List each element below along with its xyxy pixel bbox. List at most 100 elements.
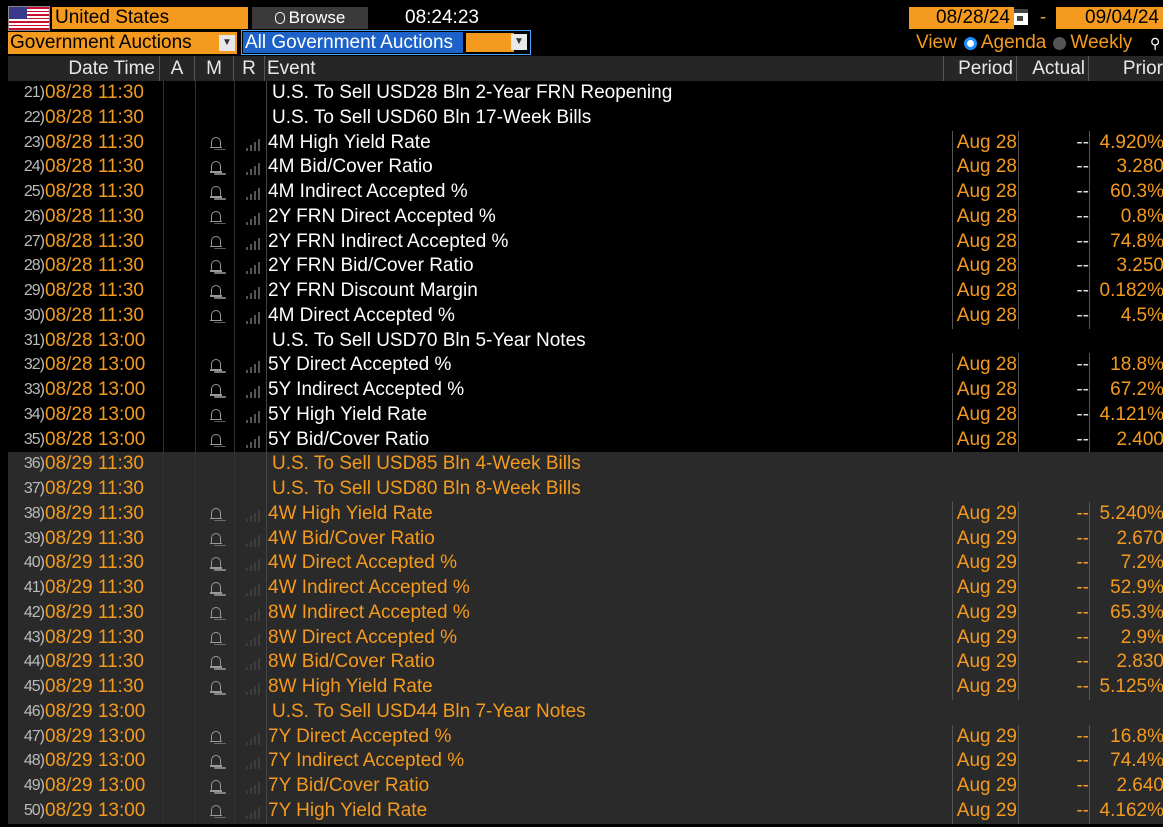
auction-dropdown[interactable]: All Government Auctions ▼ (241, 30, 531, 55)
table-row[interactable]: 26) 08/28 11:30 2Y FRN Direct Accepted % Au… (8, 204, 1163, 230)
row-event[interactable]: 5Y Direct Accepted % (266, 353, 945, 378)
row-event[interactable]: 4W Indirect Accepted % (266, 576, 945, 601)
table-row[interactable]: 43) 08/29 11:30 8W Direct Accepted % Aug 29… (8, 625, 1163, 651)
bell-icon[interactable] (210, 433, 222, 447)
row-event[interactable]: 4W Direct Accepted % (266, 551, 945, 576)
bell-icon[interactable] (210, 532, 222, 546)
bell-icon[interactable] (210, 606, 222, 620)
bell-icon[interactable] (210, 260, 222, 273)
col-period[interactable]: Period (944, 56, 1017, 81)
country-field[interactable]: United States (52, 7, 248, 29)
row-event[interactable]: 2Y FRN Bid/Cover Ratio (266, 254, 945, 279)
table-row[interactable]: 42) 08/29 11:30 8W Indirect Accepted % Aug … (8, 600, 1163, 626)
bell-icon[interactable] (210, 285, 222, 298)
table-row[interactable]: 32) 08/28 13:00 5Y Direct Accepted % Aug 28… (8, 353, 1163, 378)
category-dropdown[interactable]: Government Auctions ▼ (8, 32, 237, 54)
bell-icon[interactable] (210, 557, 222, 570)
row-event[interactable]: U.S. To Sell USD70 Bln 5-Year Notes (266, 328, 949, 354)
table-row[interactable]: 34) 08/28 13:00 5Y High Yield Rate Aug 28 --… (8, 402, 1163, 428)
chevron-down-icon[interactable]: ▼ (511, 34, 527, 50)
bell-icon[interactable] (210, 235, 222, 249)
table-row[interactable]: 39) 08/29 11:30 4W Bid/Cover Ratio Aug 29 --… (8, 526, 1163, 552)
table-row[interactable]: 23) 08/28 11:30 4M High Yield Rate Aug 28 --… (8, 130, 1163, 156)
row-event[interactable]: 8W High Yield Rate (266, 675, 945, 700)
agenda-label[interactable]: Agenda (981, 32, 1047, 53)
table-row[interactable]: 35) 08/28 13:00 5Y Bid/Cover Ratio Aug 28 --… (8, 427, 1163, 453)
row-event[interactable]: 7Y Direct Accepted % (266, 724, 945, 750)
col-actual[interactable]: Actual (1017, 56, 1089, 81)
bell-icon[interactable] (210, 186, 222, 199)
col-r[interactable]: R (234, 56, 265, 81)
table-row[interactable]: 21) 08/28 11:30 U.S. To Sell USD28 Bln 2-Y… (8, 81, 1163, 106)
row-event[interactable]: 4M High Yield Rate (266, 130, 945, 156)
table-row[interactable]: 24) 08/28 11:30 4M Bid/Cover Ratio Aug 28 --… (8, 155, 1163, 180)
table-row[interactable]: 48) 08/29 13:00 7Y Indirect Accepted % Aug … (8, 749, 1163, 774)
row-event[interactable]: U.S. To Sell USD60 Bln 17-Week Bills (266, 105, 949, 131)
table-row[interactable]: 27) 08/28 11:30 2Y FRN Indirect Accepted %… (8, 229, 1163, 255)
row-event[interactable]: 4W Bid/Cover Ratio (266, 526, 945, 552)
table-row[interactable]: 41) 08/29 11:30 4W Indirect Accepted % Aug … (8, 576, 1163, 601)
row-event[interactable]: 7Y High Yield Rate (266, 798, 945, 824)
row-event[interactable]: 4M Direct Accepted % (266, 303, 945, 329)
col-datetime[interactable]: Date Time (8, 56, 160, 81)
weekly-radio[interactable] (1053, 36, 1067, 50)
table-row[interactable]: 38) 08/29 11:30 4W High Yield Rate Aug 29 --… (8, 501, 1163, 527)
table-row[interactable]: 46) 08/29 13:00 U.S. To Sell USD44 Bln 7-Y… (8, 699, 1163, 725)
table-row[interactable]: 31) 08/28 13:00 U.S. To Sell USD70 Bln 5-Y… (8, 328, 1163, 354)
bell-icon[interactable] (210, 631, 222, 645)
row-event[interactable]: 8W Indirect Accepted % (266, 600, 945, 626)
col-event[interactable]: Event (265, 56, 944, 81)
table-row[interactable]: 22) 08/28 11:30 U.S. To Sell USD60 Bln 17-… (8, 105, 1163, 131)
row-event[interactable]: 5Y High Yield Rate (266, 402, 945, 428)
table-row[interactable]: 49) 08/29 13:00 7Y Bid/Cover Ratio Aug 29 --… (8, 774, 1163, 799)
weekly-label[interactable]: Weekly (1070, 32, 1132, 53)
bell-icon[interactable] (210, 384, 222, 397)
agenda-radio[interactable] (963, 36, 977, 50)
row-event[interactable]: U.S. To Sell USD28 Bln 2-Year FRN Reopen… (266, 81, 949, 106)
table-row[interactable]: 47) 08/29 13:00 7Y Direct Accepted % Aug 29… (8, 724, 1163, 750)
col-a[interactable]: A (160, 56, 195, 81)
bell-icon[interactable] (210, 780, 222, 793)
table-row[interactable]: 36) 08/29 11:30 U.S. To Sell USD85 Bln 4-W… (8, 452, 1163, 477)
row-event[interactable]: U.S. To Sell USD80 Bln 8-Week Bills (266, 477, 949, 502)
table-row[interactable]: 40) 08/29 11:30 4W Direct Accepted % Aug 29… (8, 551, 1163, 576)
start-date-field[interactable]: 08/28/24 (909, 7, 1014, 29)
bell-icon[interactable] (210, 210, 222, 224)
bell-icon[interactable] (210, 656, 222, 669)
table-row[interactable]: 30) 08/28 11:30 4M Direct Accepted % Aug 28… (8, 303, 1163, 329)
table-row[interactable]: 33) 08/28 13:00 5Y Indirect Accepted % Aug … (8, 378, 1163, 403)
table-row[interactable]: 25) 08/28 11:30 4M Indirect Accepted % Aug … (8, 180, 1163, 205)
browse-button[interactable]: Browse (252, 7, 368, 29)
row-event[interactable]: 7Y Bid/Cover Ratio (266, 774, 945, 799)
col-prior[interactable]: Prior (1089, 56, 1163, 81)
table-row[interactable]: 50) 08/29 13:00 7Y High Yield Rate Aug 29 --… (8, 798, 1163, 824)
row-event[interactable]: 8W Direct Accepted % (266, 625, 945, 651)
bell-icon[interactable] (210, 507, 222, 521)
table-row[interactable]: 28) 08/28 11:30 2Y FRN Bid/Cover Ratio Aug … (8, 254, 1163, 279)
people-icon[interactable]: ⚲ (1150, 34, 1163, 52)
bell-icon[interactable] (210, 309, 222, 323)
bell-icon[interactable] (210, 161, 222, 174)
row-event[interactable]: 2Y FRN Discount Margin (266, 279, 945, 304)
bell-icon[interactable] (210, 582, 222, 595)
bell-icon[interactable] (210, 755, 222, 768)
table-row[interactable]: 37) 08/29 11:30 U.S. To Sell USD80 Bln 8-W… (8, 477, 1163, 502)
table-row[interactable]: 29) 08/28 11:30 2Y FRN Discount Margin Aug … (8, 279, 1163, 304)
bell-icon[interactable] (210, 804, 222, 818)
table-row[interactable]: 44) 08/29 11:30 8W Bid/Cover Ratio Aug 29 --… (8, 650, 1163, 675)
row-event[interactable]: U.S. To Sell USD44 Bln 7-Year Notes (266, 699, 949, 725)
bell-icon[interactable] (210, 136, 222, 150)
row-event[interactable]: 5Y Indirect Accepted % (266, 378, 945, 403)
row-event[interactable]: 8W Bid/Cover Ratio (266, 650, 945, 675)
table-row[interactable]: 45) 08/29 11:30 8W High Yield Rate Aug 29 --… (8, 675, 1163, 700)
row-event[interactable]: 2Y FRN Indirect Accepted % (266, 229, 945, 255)
row-event[interactable]: 4M Indirect Accepted % (266, 180, 945, 205)
bell-icon[interactable] (210, 359, 222, 372)
bell-icon[interactable] (210, 408, 222, 422)
row-event[interactable]: 7Y Indirect Accepted % (266, 749, 945, 774)
calendar-icon[interactable] (1014, 9, 1028, 25)
row-event[interactable]: 4M Bid/Cover Ratio (266, 155, 945, 180)
row-event[interactable]: 4W High Yield Rate (266, 501, 945, 527)
chevron-down-icon[interactable]: ▼ (219, 35, 235, 51)
bell-icon[interactable] (210, 730, 222, 744)
